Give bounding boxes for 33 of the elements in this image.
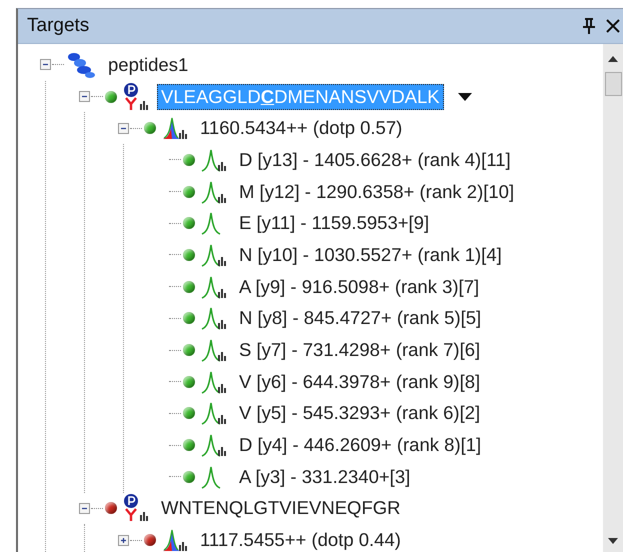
expand-icon[interactable] <box>118 534 129 546</box>
tree-item[interactable]: peptides1 <box>104 52 192 78</box>
close-icon[interactable] <box>605 18 621 34</box>
tree-item[interactable]: E [y11] - 1159.5953+[9] <box>235 210 434 236</box>
peak-chart-icon <box>162 527 188 552</box>
tree-item[interactable]: 1160.5434++ (dotp 0.57) <box>196 115 406 142</box>
tree-item[interactable]: N [y10] - 1030.5527+ (rank 1)[4] <box>235 242 506 268</box>
tree-item[interactable]: A [y9] - 916.5098+ (rank 3)[7] <box>235 274 484 300</box>
tree-item[interactable]: 1117.5455++ (dotp 0.44) <box>196 527 405 552</box>
pin-icon[interactable] <box>583 18 595 34</box>
tree-item[interactable]: M [y12] - 1290.6358+ (rank 2)[10] <box>235 178 518 205</box>
scroll-thumb[interactable] <box>604 72 622 96</box>
collapse-icon[interactable] <box>79 91 90 102</box>
tree-item[interactable]: A [y3] - 331.2340+[3] <box>235 464 414 490</box>
tree-item[interactable]: D [y4] - 446.2609+ (rank 8)[1] <box>235 432 486 458</box>
collapse-icon[interactable] <box>118 122 129 134</box>
tree-item[interactable]: V [y6] - 644.3978+ (rank 9)[8] <box>235 368 484 395</box>
panel-title: Targets <box>27 15 90 37</box>
scroll-up-icon[interactable] <box>608 56 618 62</box>
tree-item[interactable]: WNTENQLGTVIEVNEQFGR <box>157 495 404 522</box>
tree-item[interactable]: N [y8] - 845.4727+ (rank 5)[5] <box>235 305 486 332</box>
dropdown-icon[interactable] <box>458 92 472 101</box>
scroll-down-icon[interactable] <box>608 538 618 544</box>
tree-item[interactable]: S [y7] - 731.4298+ (rank 7)[6] <box>235 337 484 364</box>
collapse-icon[interactable] <box>79 502 90 514</box>
peak-chart-icon <box>162 115 188 142</box>
tree-item[interactable]: D [y13] - 1405.6628+ (rank 4)[11] <box>235 146 515 173</box>
molecule-icon <box>66 52 96 78</box>
peptide-icon <box>123 82 149 111</box>
tree-item[interactable]: V [y5] - 545.3293+ (rank 6)[2] <box>235 400 484 426</box>
peptide-icon <box>123 494 149 522</box>
vertical-scrollbar[interactable] <box>603 44 623 552</box>
collapse-icon[interactable] <box>40 59 51 70</box>
